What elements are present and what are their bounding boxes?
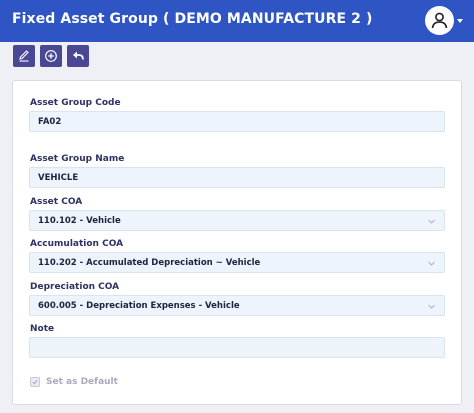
note-field[interactable]	[29, 337, 445, 358]
asset-coa-value: 110.102 - Vehicle	[38, 216, 121, 226]
asset-group-name-value: VEHICLE	[38, 173, 79, 183]
user-icon	[431, 12, 448, 29]
asset-coa-select[interactable]: 110.102 - Vehicle	[29, 210, 445, 231]
accumulation-coa-select[interactable]: 110.202 - Accumulated Depreciation ~ Veh…	[29, 252, 445, 273]
asset-coa-label: Asset COA	[30, 197, 83, 207]
asset-group-code-label: Asset Group Code	[30, 98, 121, 108]
asset-group-code-field[interactable]: FA02	[29, 111, 445, 132]
add-button[interactable]	[40, 45, 62, 67]
checkmark-icon	[32, 380, 38, 385]
chevron-down-icon	[428, 219, 435, 224]
asset-group-name-label: Asset Group Name	[30, 154, 125, 164]
app-header: Fixed Asset Group ( DEMO MANUFACTURE 2 )	[0, 0, 474, 42]
edit-icon	[19, 50, 29, 62]
depreciation-coa-select[interactable]: 600.005 - Depreciation Expenses - Vehicl…	[29, 295, 445, 316]
user-avatar[interactable]	[425, 6, 454, 35]
depreciation-coa-label: Depreciation COA	[30, 282, 120, 292]
add-circle-icon	[45, 50, 57, 62]
asset-group-name-field[interactable]: VEHICLE	[29, 167, 445, 188]
accumulation-coa-label: Accumulation COA	[30, 239, 124, 249]
edit-button[interactable]	[13, 45, 35, 67]
chevron-down-icon	[428, 304, 435, 309]
accumulation-coa-value: 110.202 - Accumulated Depreciation ~ Veh…	[38, 258, 261, 268]
chevron-down-icon	[428, 261, 435, 266]
depreciation-coa-value: 600.005 - Depreciation Expenses - Vehicl…	[38, 301, 240, 311]
note-label: Note	[30, 324, 55, 334]
asset-group-code-value: FA02	[38, 117, 62, 127]
set-default-checkbox[interactable]	[30, 377, 40, 387]
set-default-label: Set as Default	[46, 377, 118, 387]
undo-icon	[73, 51, 84, 60]
account-menu-caret-icon[interactable]	[457, 19, 463, 23]
back-button[interactable]	[67, 45, 89, 67]
page-title: Fixed Asset Group ( DEMO MANUFACTURE 2 )	[12, 11, 373, 27]
